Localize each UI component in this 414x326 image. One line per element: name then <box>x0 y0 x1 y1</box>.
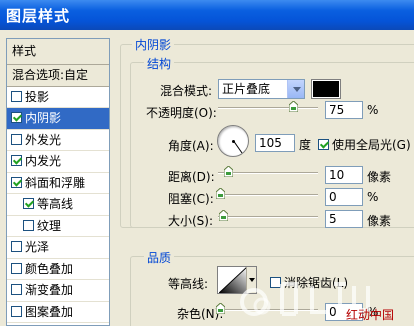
style-item[interactable]: 渐变叠加 <box>7 280 109 302</box>
style-item[interactable]: 斜面和浮雕 <box>7 173 109 194</box>
style-item[interactable]: 图案叠加 <box>7 302 109 323</box>
style-item-checkbox[interactable] <box>11 284 22 295</box>
window-title: 图层样式 <box>6 7 71 25</box>
angle-unit: 度 <box>299 138 312 152</box>
style-item[interactable]: 内阴影 <box>7 108 109 130</box>
watermark-logo: 红动中国 <box>238 270 414 326</box>
style-item-checkbox[interactable] <box>11 155 22 166</box>
style-item-label: 图案叠加 <box>25 304 74 319</box>
distance-slider[interactable] <box>218 172 318 174</box>
choke-slider-thumb[interactable] <box>216 188 225 199</box>
blend-mode-value: 正片叠底 <box>222 82 271 96</box>
style-item-checkbox[interactable] <box>11 305 22 317</box>
style-item-label: 内阴影 <box>25 111 62 125</box>
blend-mode-select[interactable]: 正片叠底 <box>218 79 305 99</box>
style-item-checkbox[interactable] <box>11 241 22 252</box>
style-item-checkbox[interactable] <box>23 219 34 231</box>
style-item-checkbox[interactable] <box>11 133 22 145</box>
style-item[interactable]: 等高线 <box>7 194 109 216</box>
blend-mode-label: 混合模式: <box>160 84 213 98</box>
size-slider-thumb[interactable] <box>219 210 228 221</box>
watermark-text: 红动中国 <box>346 308 395 322</box>
angle-label: 角度(A): <box>168 139 214 153</box>
structure-title: 结构 <box>144 55 175 72</box>
distance-label: 距离(D): <box>168 170 215 184</box>
style-item[interactable]: 纹理 <box>7 216 109 237</box>
global-light-label: 使用全局光(G) <box>332 138 411 152</box>
angle-input[interactable]: 105 <box>255 134 295 152</box>
distance-unit: 像素 <box>367 170 392 184</box>
style-item-label: 纹理 <box>37 218 62 233</box>
angle-dial[interactable] <box>217 125 249 157</box>
choke-unit: % <box>367 190 379 204</box>
style-item[interactable]: 外发光 <box>7 130 109 151</box>
style-item-checkbox[interactable] <box>23 198 34 209</box>
contour-label: 等高线: <box>168 277 209 291</box>
quality-title: 品质 <box>144 249 175 266</box>
style-item[interactable]: 投影 <box>7 87 109 108</box>
style-item-checkbox[interactable] <box>11 90 22 102</box>
opacity-slider-thumb[interactable] <box>289 101 298 112</box>
size-unit: 像素 <box>367 214 392 228</box>
size-input[interactable]: 5 <box>325 210 363 228</box>
angle-dial-center <box>232 140 235 143</box>
style-item-label: 外发光 <box>25 132 62 147</box>
style-item-checkbox[interactable] <box>11 176 22 188</box>
style-item-label: 内发光 <box>25 154 62 168</box>
style-item-checkbox[interactable] <box>11 262 22 274</box>
style-item-label: 颜色叠加 <box>25 261 74 276</box>
style-list: 样式 混合选项:自定 投影内阴影外发光内发光斜面和浮雕等高线纹理光泽颜色叠加渐变… <box>6 38 110 326</box>
style-item-checkbox[interactable] <box>11 112 22 123</box>
inner-shadow-title: 内阴影 <box>132 36 175 53</box>
style-item[interactable]: 内发光 <box>7 151 109 173</box>
style-list-header[interactable]: 样式 <box>7 39 109 65</box>
opacity-unit: % <box>367 103 379 117</box>
blend-options-item[interactable]: 混合选项:自定 <box>7 65 109 87</box>
global-light-option[interactable]: 使用全局光(G) <box>318 136 411 153</box>
style-item-label: 渐变叠加 <box>25 283 74 297</box>
style-item[interactable]: 颜色叠加 <box>7 259 109 280</box>
style-item-label: 斜面和浮雕 <box>25 175 86 190</box>
choke-label: 阻塞(C): <box>168 192 214 206</box>
title-bar[interactable]: 图层样式 <box>0 0 414 30</box>
style-item-label: 等高线 <box>37 197 74 211</box>
shadow-color-swatch[interactable] <box>311 79 341 99</box>
opacity-input[interactable]: 75 <box>325 101 363 119</box>
style-item-label: 光泽 <box>25 240 50 254</box>
choke-input[interactable]: 0 <box>325 188 363 206</box>
global-light-checkbox[interactable] <box>318 139 329 150</box>
chevron-down-icon[interactable] <box>287 80 304 98</box>
noise-slider-thumb[interactable] <box>216 303 225 314</box>
choke-slider[interactable] <box>218 194 318 196</box>
distance-slider-thumb[interactable] <box>224 166 233 177</box>
opacity-slider[interactable] <box>218 107 318 109</box>
size-slider[interactable] <box>218 216 318 218</box>
style-item[interactable]: 光泽 <box>7 237 109 259</box>
distance-input[interactable]: 10 <box>325 166 363 184</box>
opacity-label: 不透明度(O): <box>146 106 217 120</box>
style-item-label: 投影 <box>25 89 50 104</box>
size-label: 大小(S): <box>168 214 214 228</box>
